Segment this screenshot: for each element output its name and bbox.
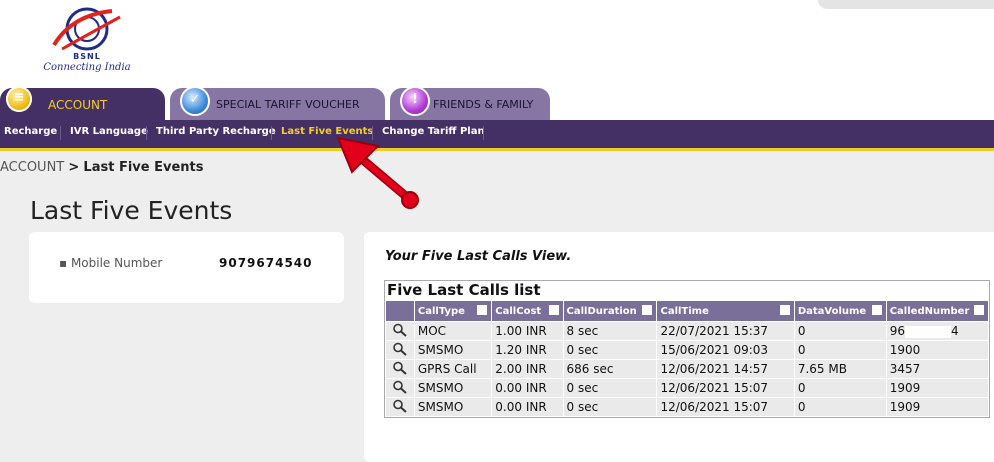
header-call-duration[interactable]: CallDuration [563,301,657,321]
table-row: SMSMO 0.00 INR 0 sec 12/06/2021 15:07 0 … [386,398,988,416]
cell-data-volume: 0 [794,398,886,416]
breadcrumb-separator: > [68,160,80,175]
column-checkbox[interactable] [779,305,790,315]
cell-call-cost: 0.00 INR [492,379,563,397]
cell-call-time: 15/06/2021 09:03 [657,341,794,359]
subnav-divider [271,126,272,140]
tab-stv-label: SPECIAL TARIFF VOUCHER [216,98,360,111]
column-checkbox[interactable] [477,305,488,315]
table-row: SMSMO 0.00 INR 0 sec 12/06/2021 15:07 0 … [386,379,988,397]
calls-panel: Your Five Last Calls View. Five Last Cal… [364,232,994,462]
search-icon[interactable] [386,398,414,416]
tab-account-label: ACCOUNT [48,98,108,112]
header-data-volume[interactable]: DataVolume [794,301,886,321]
cell-call-time: 12/06/2021 15:07 [657,398,794,416]
subnav-recharge[interactable]: Recharge [4,126,57,137]
column-checkbox[interactable] [548,305,559,315]
header-call-cost[interactable]: CallCost [492,301,563,321]
tab-ff-label: FRIENDS & FAMILY [433,98,534,111]
cell-data-volume: 0 [794,379,886,397]
tab-account[interactable]: ≡ ACCOUNT [0,86,165,120]
cell-call-cost: 2.00 INR [492,360,563,378]
mobile-number-label: ▪ Mobile Number [59,256,163,270]
bsnl-logo[interactable]: BSNL Connecting India [32,5,142,77]
table-row: GPRS Call 2.00 INR 686 sec 12/06/2021 14… [386,360,988,378]
cell-call-time: 22/07/2021 15:37 [657,322,794,340]
cell-call-type: SMSMO [414,379,492,397]
logo-mark [52,7,121,51]
calls-table-header: CallType CallCost CallDuration CallTime … [386,301,988,321]
main-tabs: ≡ ACCOUNT ✓ SPECIAL TARIFF VOUCHER ! FRI… [0,86,994,120]
column-checkbox[interactable] [642,305,653,315]
subnav-divider [146,126,147,140]
cell-called-number: 1900 [886,341,988,359]
redaction-mask [905,325,951,338]
cell-data-volume: 0 [794,322,886,340]
subnav-divider [483,126,484,140]
cell-data-volume: 0 [794,341,886,359]
subnav-third-party-recharge[interactable]: Third Party Recharge [156,126,276,137]
cell-called-number: 1909 [886,398,988,416]
column-checkbox[interactable] [974,305,984,315]
cell-call-duration: 0 sec [563,341,657,359]
mobile-number-value: 9079674540 [219,256,313,270]
cell-called-number: 1909 [886,379,988,397]
subnav-ivr-language[interactable]: IVR Language [70,126,148,137]
cell-called-number: 96 4 [886,322,988,340]
tab-friends-family[interactable]: ! FRIENDS & FAMILY [390,86,550,120]
calls-table-caption: Five Last Calls list [387,281,541,299]
cell-call-duration: 0 sec [563,379,657,397]
breadcrumb: ACCOUNT > Last Five Events [0,160,204,175]
cell-call-cost: 0.00 INR [492,398,563,416]
page-title: Last Five Events [30,196,233,225]
search-icon[interactable] [386,341,414,359]
brand-tagline: Connecting India [43,62,131,73]
friends-family-icon: ! [400,86,430,116]
tab-special-tariff-voucher[interactable]: ✓ SPECIAL TARIFF VOUCHER [170,86,385,120]
subnav-divider [60,126,61,140]
account-subnav: Recharge IVR Language Third Party Rechar… [0,120,994,151]
header-strip [818,0,994,9]
brand-name: BSNL [73,52,101,61]
voucher-icon: ✓ [180,86,210,116]
column-checkbox[interactable] [871,305,882,315]
header-background [0,0,994,86]
search-icon[interactable] [386,322,414,340]
cell-call-duration: 8 sec [563,322,657,340]
annotation-arrow [336,136,419,209]
table-row: SMSMO 1.20 INR 0 sec 15/06/2021 09:03 0 … [386,341,988,359]
cell-call-duration: 0 sec [563,398,657,416]
breadcrumb-current: Last Five Events [83,160,204,175]
account-info-box: ▪ Mobile Number 9079674540 [29,232,344,303]
calls-table: Five Last Calls list CallType CallCost C… [384,280,990,418]
cell-call-type: SMSMO [414,398,492,416]
cell-call-type: SMSMO [414,341,492,359]
cell-call-time: 12/06/2021 15:07 [657,379,794,397]
breadcrumb-parent[interactable]: ACCOUNT [0,160,64,175]
cell-called-number: 3457 [886,360,988,378]
table-row: MOC 1.00 INR 8 sec 22/07/2021 15:37 0 96… [386,322,988,340]
cell-call-cost: 1.00 INR [492,322,563,340]
search-icon[interactable] [386,360,414,378]
cell-call-duration: 686 sec [563,360,657,378]
header-view [386,301,414,321]
header-call-time[interactable]: CallTime [657,301,794,321]
header-call-type[interactable]: CallType [414,301,492,321]
cell-call-type: GPRS Call [414,360,492,378]
cell-call-time: 12/06/2021 14:57 [657,360,794,378]
search-icon[interactable] [386,379,414,397]
cell-call-type: MOC [414,322,492,340]
cell-data-volume: 7.65 MB [794,360,886,378]
account-icon: ≡ [6,86,32,112]
header-called-number[interactable]: CalledNumber [886,301,988,321]
cell-call-cost: 1.20 INR [492,341,563,359]
calls-subtitle: Your Five Last Calls View. [385,249,572,264]
